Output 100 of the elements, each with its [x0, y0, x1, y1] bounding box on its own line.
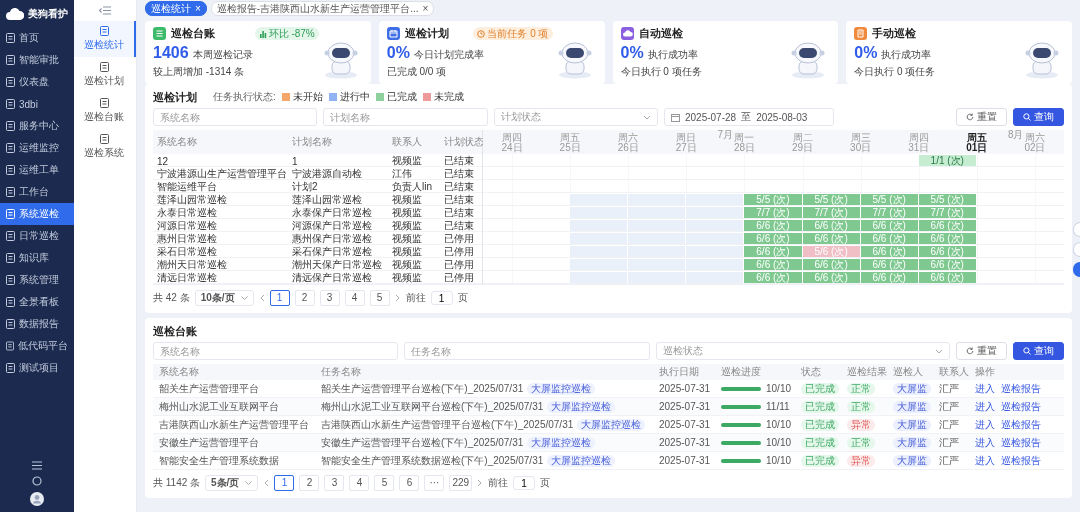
- sidebar-item[interactable]: 智能审批: [0, 49, 74, 71]
- sidebar-item[interactable]: 服务中心: [0, 115, 74, 137]
- sidebar-item[interactable]: 全景看板: [0, 291, 74, 313]
- sidebar-item[interactable]: 系统巡检: [0, 203, 74, 225]
- subnav-item[interactable]: 巡检台账: [74, 93, 136, 129]
- task-tag: 大屏监控巡检: [547, 400, 616, 413]
- input-field[interactable]: 系统名称: [153, 108, 318, 126]
- next-page-icon[interactable]: [477, 479, 484, 487]
- status-tag: 已完成: [801, 436, 839, 449]
- day-header: 周五 25日: [559, 133, 581, 153]
- task-bar[interactable]: 1/1 (次): [918, 155, 976, 166]
- ring-icon[interactable]: [32, 476, 42, 486]
- status-tag: 已完成: [801, 418, 839, 431]
- action-link[interactable]: 进入: [975, 453, 995, 468]
- page-icon: [99, 62, 109, 72]
- input-field[interactable]: 计划名称: [323, 108, 488, 126]
- action-link[interactable]: 进入: [975, 417, 995, 432]
- sidebar-item[interactable]: 知识库: [0, 247, 74, 269]
- subnav-item[interactable]: 巡检统计: [74, 21, 136, 57]
- subnav-item[interactable]: 巡检计划: [74, 57, 136, 93]
- action-link[interactable]: 巡检报告: [1001, 399, 1041, 414]
- previous-page-icon[interactable]: [258, 294, 265, 302]
- side-float-button[interactable]: [1073, 262, 1080, 277]
- search-icon: [1023, 347, 1031, 355]
- task-tag: 大屏监控巡检: [577, 418, 646, 431]
- reset-button[interactable]: 重置: [956, 342, 1007, 360]
- stat-label: 执行成功率: [881, 48, 932, 62]
- previous-page-icon[interactable]: [263, 479, 270, 487]
- plan-range-bar[interactable]: [686, 220, 744, 231]
- search-button[interactable]: 查询: [1013, 108, 1064, 126]
- goto-suffix: 页: [457, 291, 468, 305]
- plan-range-bar[interactable]: [686, 272, 744, 283]
- sidebar-item[interactable]: 测试项目: [0, 357, 74, 379]
- sidebar-item[interactable]: 3dbi: [0, 93, 74, 115]
- sidebar-item[interactable]: 运维工单: [0, 159, 74, 181]
- tab-close-button[interactable]: ×: [195, 1, 201, 15]
- page-button[interactable]: 4: [344, 290, 365, 306]
- page-tab[interactable]: 巡检统计 ×: [145, 0, 207, 16]
- page-button[interactable]: 3: [319, 290, 340, 306]
- sidebar-item[interactable]: 数据报告: [0, 313, 74, 335]
- plan-range-bar[interactable]: [686, 207, 744, 218]
- sidebar-item[interactable]: 系统管理: [0, 269, 74, 291]
- page-button[interactable]: 3: [324, 475, 345, 491]
- action-link[interactable]: 进入: [975, 399, 995, 414]
- plan-range-bar[interactable]: [686, 246, 744, 257]
- avatar[interactable]: [30, 492, 44, 506]
- action-link[interactable]: 进入: [975, 381, 995, 396]
- input-field[interactable]: 任务名称: [404, 342, 650, 360]
- next-page-icon[interactable]: [394, 294, 401, 302]
- page-button[interactable]: 2: [294, 290, 315, 306]
- table-cell-text: 惠州保产日常巡检: [292, 232, 373, 246]
- tab-close-button[interactable]: ×: [422, 1, 429, 15]
- page-tab[interactable]: 巡检报告-吉港陕西山水新生产运营管理平台... ×: [210, 0, 435, 16]
- subnav-item[interactable]: 巡检系统: [74, 129, 136, 165]
- page-input[interactable]: 1: [430, 291, 453, 305]
- page-button[interactable]: 5: [374, 475, 395, 491]
- action-link[interactable]: 巡检报告: [1001, 381, 1041, 396]
- sidebar-item[interactable]: 运维监控: [0, 137, 74, 159]
- page-button[interactable]: 229: [449, 475, 473, 491]
- page-size-select[interactable]: 5条/页: [205, 475, 259, 491]
- plan-range-bar[interactable]: [686, 194, 744, 205]
- total-count: 共 42 条: [153, 291, 190, 305]
- stat-value: 0%: [854, 44, 878, 62]
- action-link[interactable]: 巡检报告: [1001, 453, 1041, 468]
- sidebar-item[interactable]: 低代码平台: [0, 335, 74, 357]
- sidebar-item[interactable]: 仪表盘: [0, 71, 74, 93]
- page-icon: [6, 297, 15, 307]
- goto-label: 前往: [488, 476, 509, 490]
- menu-icon[interactable]: [32, 461, 42, 470]
- page-button[interactable]: 1: [274, 475, 295, 491]
- date-range-field[interactable]: 2025-07-28 至 2025-08-03: [664, 108, 834, 126]
- sidebar-item[interactable]: 工作台: [0, 181, 74, 203]
- day-header: 周六 02日: [1024, 133, 1046, 153]
- page-button[interactable]: 6: [399, 475, 420, 491]
- collapse-icon[interactable]: [99, 6, 111, 15]
- input-field[interactable]: 系统名称: [153, 342, 399, 360]
- action-link[interactable]: 进入: [975, 435, 995, 450]
- column-header: 计划状态: [444, 135, 485, 149]
- page-button[interactable]: 4: [349, 475, 370, 491]
- plan-range-bar[interactable]: [686, 233, 744, 244]
- sidebar-item[interactable]: 首页: [0, 27, 74, 49]
- page-button[interactable]: 1: [269, 290, 290, 306]
- plan-range-bar[interactable]: [686, 259, 744, 270]
- stat-value: 0%: [620, 44, 644, 62]
- search-button[interactable]: 查询: [1013, 342, 1064, 360]
- cloud-logo-icon: [6, 8, 24, 20]
- table-cell-text: 惠州日常巡检: [157, 232, 218, 246]
- action-link[interactable]: 巡检报告: [1001, 417, 1041, 432]
- page-icon: [6, 121, 15, 131]
- badge-text: 当前任务 0 项: [487, 27, 549, 40]
- reset-button[interactable]: 重置: [956, 108, 1007, 126]
- action-link[interactable]: 巡检报告: [1001, 435, 1041, 450]
- page-button[interactable]: ···: [424, 475, 445, 491]
- page-button[interactable]: 5: [369, 290, 390, 306]
- sidebar-item[interactable]: 日常巡检: [0, 225, 74, 247]
- page-button[interactable]: 2: [299, 475, 320, 491]
- page-size-select[interactable]: 10条/页: [194, 290, 254, 306]
- refresh-icon: [966, 113, 974, 121]
- page-input[interactable]: 1: [513, 476, 536, 490]
- day-header: 周四 31日: [908, 133, 930, 153]
